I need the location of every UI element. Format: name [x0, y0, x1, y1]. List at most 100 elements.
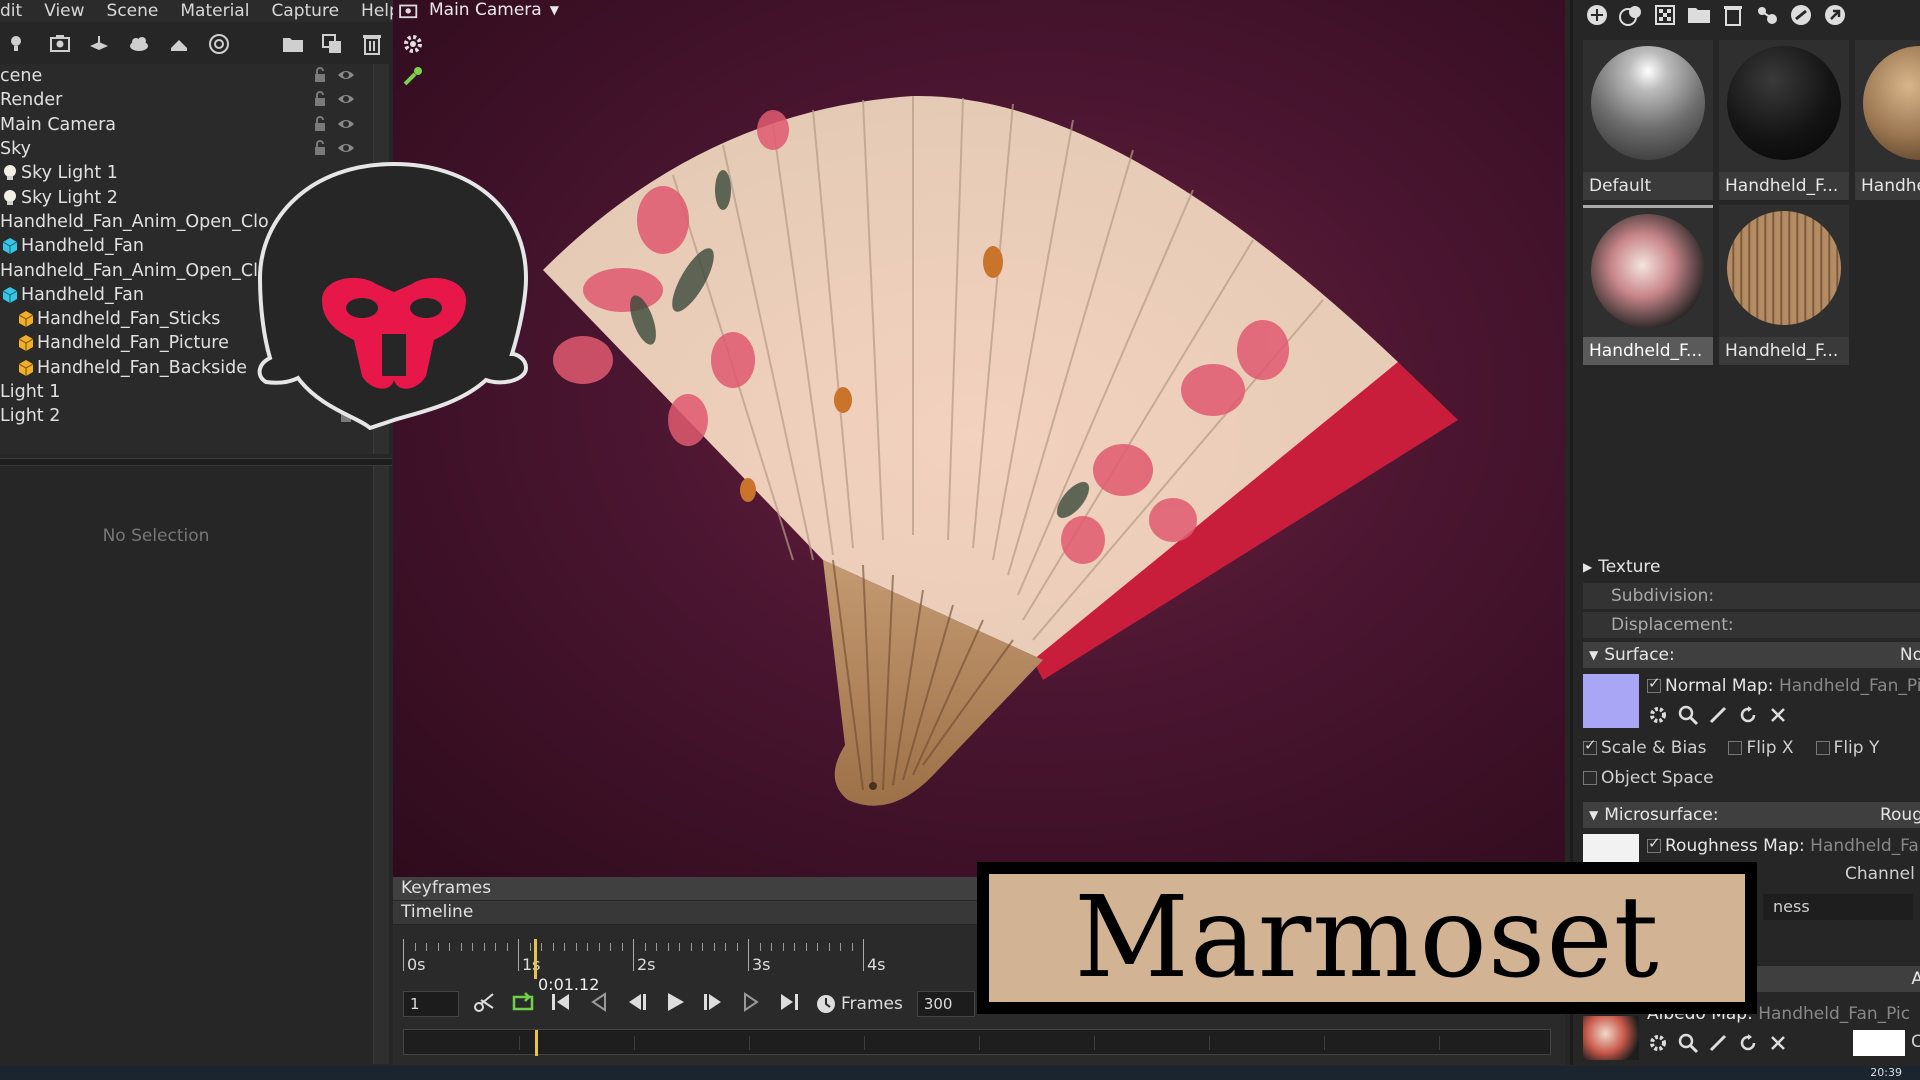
properties-scrollbar[interactable]: [373, 466, 389, 1064]
edit-icon[interactable]: [1707, 1032, 1729, 1054]
albedo-map-swatch[interactable]: [1583, 1016, 1639, 1060]
eye-icon[interactable]: [337, 67, 355, 83]
folder-icon: [282, 38, 303, 52]
scene-tree-item[interactable]: Main Camera: [0, 113, 375, 137]
scissors-button[interactable]: [473, 991, 497, 1018]
subdivision-row[interactable]: Subdivision:: [1583, 583, 1920, 609]
surface-mode-select[interactable]: No: [1900, 645, 1920, 665]
reload-icon[interactable]: [1737, 704, 1759, 726]
play-icon: [668, 992, 684, 1011]
search-icon[interactable]: [1677, 1032, 1699, 1054]
loop-button[interactable]: [511, 991, 535, 1018]
gear-icon[interactable]: [1647, 1032, 1669, 1054]
eye-icon[interactable]: [337, 91, 355, 107]
add-reference-button[interactable]: [199, 26, 239, 62]
flip-y-option[interactable]: Flip Y: [1815, 738, 1879, 758]
add-light-button[interactable]: [0, 26, 40, 62]
normal-map-checkbox[interactable]: [1647, 674, 1661, 693]
menu-item-1[interactable]: View: [44, 1, 84, 21]
object-space-option[interactable]: Object Space: [1583, 768, 1714, 788]
gear-icon[interactable]: [1647, 704, 1669, 726]
frames-count-input[interactable]: 300: [916, 991, 975, 1017]
add-fog-button[interactable]: [119, 26, 159, 62]
navigate-material-icon[interactable]: [1821, 3, 1849, 27]
channel-label[interactable]: Channel: [1845, 864, 1915, 884]
roughness-map-file[interactable]: Handheld_Fan: [1810, 836, 1920, 856]
next-key-button[interactable]: [739, 991, 763, 1018]
surface-header[interactable]: ▼ Surface: No: [1583, 642, 1920, 668]
eye-icon[interactable]: [337, 116, 355, 132]
microsurface-mode-select[interactable]: Roug: [1880, 805, 1920, 825]
delete-button[interactable]: [352, 26, 392, 62]
edit-icon[interactable]: [1707, 704, 1729, 726]
close-icon[interactable]: [1767, 1032, 1789, 1054]
normal-map-swatch[interactable]: [1583, 674, 1639, 728]
eye-icon[interactable]: [337, 140, 355, 156]
duplicate-button[interactable]: [312, 26, 352, 62]
material-tile[interactable]: Handheld_F...: [1719, 205, 1849, 365]
reload-icon[interactable]: [1737, 1032, 1759, 1054]
menu-bar: dit View Scene Material Capture Help: [0, 0, 400, 22]
lock-icon[interactable]: [311, 67, 329, 83]
frames-toggle[interactable]: Frames: [815, 993, 903, 1015]
next-frame-button[interactable]: [701, 991, 725, 1018]
roughness-map-checkbox[interactable]: [1647, 834, 1661, 853]
menu-item-4[interactable]: Capture: [271, 1, 339, 21]
step-forward-icon: [704, 993, 721, 1010]
material-tile[interactable]: Handheld_F...: [1583, 205, 1713, 365]
scene-tree-item-label: Sky Light 1: [21, 163, 118, 184]
albedo-mode-select[interactable]: A: [1911, 969, 1920, 989]
search-icon[interactable]: [1677, 704, 1699, 726]
duplicate-material-icon[interactable]: [1617, 3, 1645, 27]
timeline-scrubber[interactable]: [403, 1029, 1551, 1056]
material-tile[interactable]: Handheld_F...: [1719, 40, 1849, 200]
scrubber-handle[interactable]: [535, 1030, 538, 1056]
viewport[interactable]: Main Camera ▼: [393, 0, 1565, 878]
assign-material-icon[interactable]: [1753, 3, 1781, 27]
add-shadow-catcher-button[interactable]: [159, 26, 199, 62]
material-tile[interactable]: Handhe: [1855, 40, 1920, 200]
normal-map-file[interactable]: Handheld_Fan_Pic: [1779, 676, 1920, 696]
microsurface-header[interactable]: ▼ Microsurface: Roug: [1583, 802, 1920, 828]
add-turntable-button[interactable]: [80, 26, 120, 62]
prev-frame-button[interactable]: [625, 991, 649, 1018]
new-group-button[interactable]: [273, 26, 313, 62]
scale-bias-option[interactable]: Scale & Bias: [1583, 736, 1706, 758]
material-tile[interactable]: Default: [1583, 40, 1713, 200]
close-icon[interactable]: [1767, 704, 1789, 726]
playhead[interactable]: [534, 939, 537, 979]
texture-header[interactable]: ▶ Texture: [1583, 554, 1920, 580]
prev-key-button[interactable]: [587, 991, 611, 1018]
play-button[interactable]: [663, 991, 687, 1018]
checker-icon[interactable]: [1651, 3, 1679, 27]
row-controls: [311, 91, 355, 107]
ruler-tick: [702, 943, 703, 951]
scene-tree-item[interactable]: cene: [0, 64, 375, 88]
add-material-icon[interactable]: [1583, 3, 1611, 27]
current-frame-input[interactable]: 1: [403, 991, 459, 1017]
flip-x-option[interactable]: Flip X: [1728, 738, 1794, 758]
pick-material-icon[interactable]: [1787, 3, 1815, 27]
folder-icon[interactable]: [1685, 3, 1713, 27]
scrubber-tick: [749, 1036, 750, 1050]
ruler-tick: [759, 943, 761, 951]
lock-icon[interactable]: [311, 91, 329, 107]
scrubber-tick: [864, 1036, 865, 1050]
menu-item-0[interactable]: dit: [0, 1, 22, 21]
scene-tree-item[interactable]: Render: [0, 88, 375, 112]
add-camera-button[interactable]: [40, 26, 80, 62]
albedo-map-file[interactable]: Handheld_Fan_Pic: [1758, 1004, 1910, 1024]
jump-start-button[interactable]: [549, 991, 573, 1018]
panel-splitter[interactable]: [0, 458, 392, 466]
trash-icon[interactable]: [1719, 3, 1747, 27]
lock-icon[interactable]: [311, 115, 329, 132]
jump-end-button[interactable]: [777, 991, 801, 1018]
albedo-color-swatch[interactable]: [1853, 1030, 1905, 1056]
menu-item-2[interactable]: Scene: [107, 1, 159, 21]
displacement-row[interactable]: Displacement:: [1583, 612, 1920, 638]
lock-icon[interactable]: [311, 139, 329, 156]
gloss-select[interactable]: ness: [1763, 894, 1913, 920]
ruler-tick: [575, 943, 577, 951]
menu-item-3[interactable]: Material: [180, 1, 249, 21]
ruler-tick: [437, 943, 439, 951]
